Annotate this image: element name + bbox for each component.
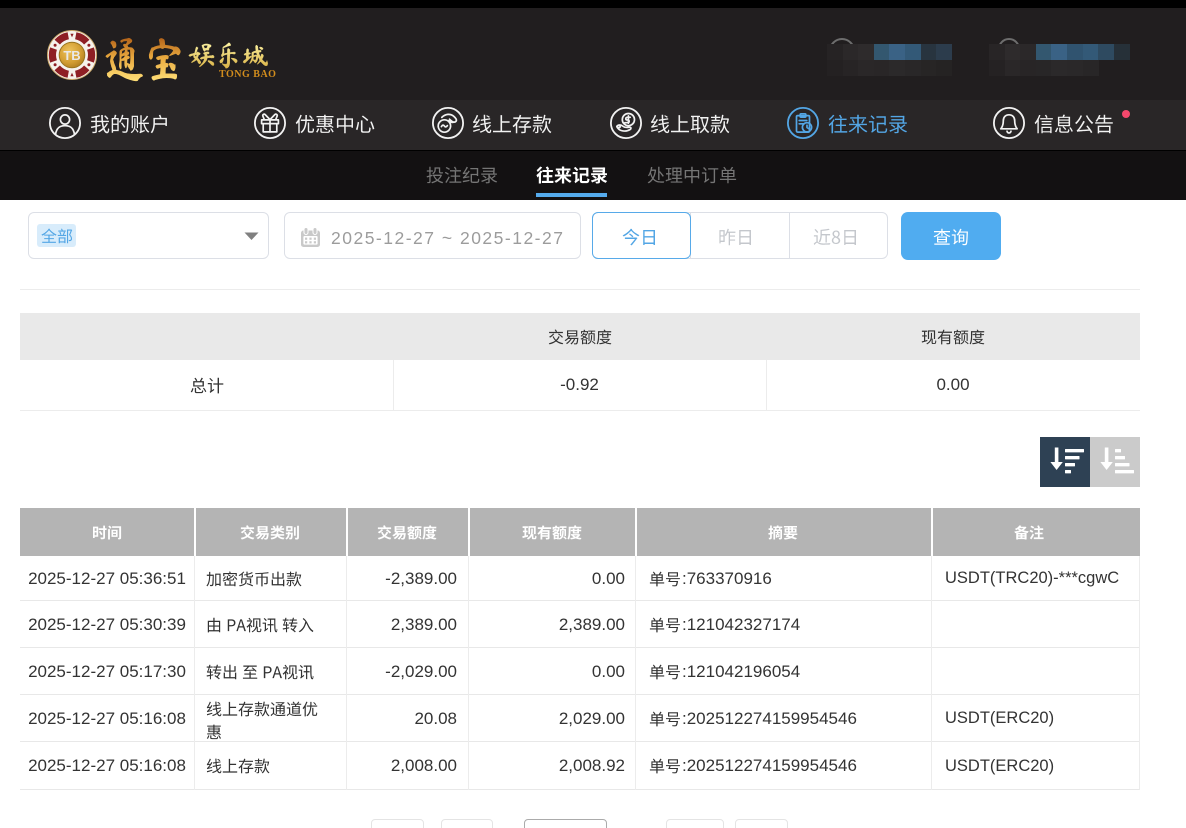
svg-text:TONG BAO: TONG BAO xyxy=(219,69,276,80)
svg-text:TB: TB xyxy=(63,48,80,63)
